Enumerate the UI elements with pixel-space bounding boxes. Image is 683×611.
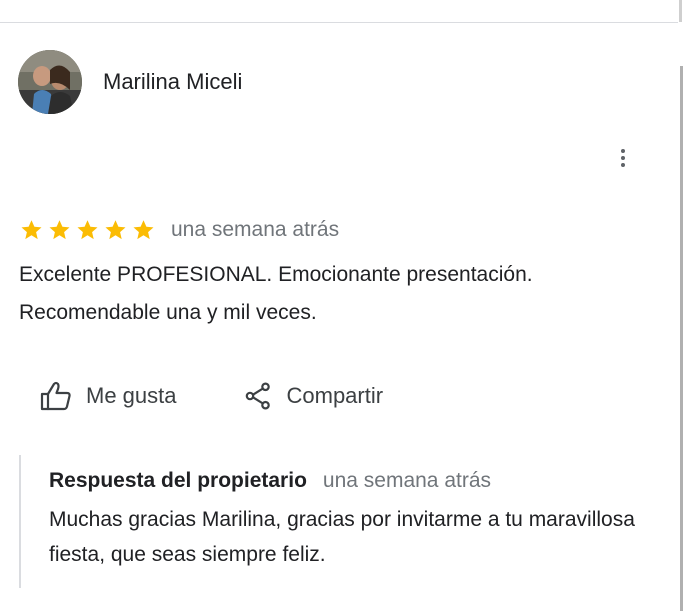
avatar[interactable] — [18, 50, 82, 114]
owner-reply-text: Muchas gracias Marilina, gracias por inv… — [49, 508, 635, 566]
owner-reply: Respuesta del propietario una semana atr… — [19, 455, 661, 588]
star-icon — [49, 220, 70, 240]
review-time: una semana atrás — [171, 218, 340, 241]
star-icon — [77, 220, 98, 240]
rating-row: una semana atrás — [19, 216, 339, 244]
thumb-up-icon — [40, 381, 71, 411]
share-label: Compartir — [286, 383, 384, 408]
like-button[interactable]: Me gusta — [40, 378, 177, 414]
owner-reply-title: Respuesta del propietario — [49, 469, 307, 492]
reviewer-name[interactable]: Marilina Miceli — [103, 68, 242, 96]
owner-reply-time: una semana atrás — [322, 469, 492, 492]
review-text: Excelente PROFESIONAL. Emocionante prese… — [19, 263, 533, 324]
review-card: Marilina Miceli una semana atrás Excelen… — [0, 23, 676, 611]
star-icon — [105, 220, 126, 240]
owner-reply-header: Respuesta del propietario una semana atr… — [49, 469, 491, 493]
star-rating — [19, 218, 156, 242]
more-options-button[interactable] — [606, 141, 640, 175]
star-icon — [21, 220, 42, 240]
share-button[interactable]: Compartir — [245, 378, 384, 414]
share-icon — [245, 382, 270, 410]
review-actions: Me gusta Compartir — [40, 378, 383, 414]
avatar-photo — [18, 50, 82, 114]
scrollbar-thumb[interactable] — [679, 0, 682, 22]
like-label: Me gusta — [86, 383, 177, 408]
star-icon — [133, 220, 154, 240]
more-vert-icon — [621, 149, 625, 167]
